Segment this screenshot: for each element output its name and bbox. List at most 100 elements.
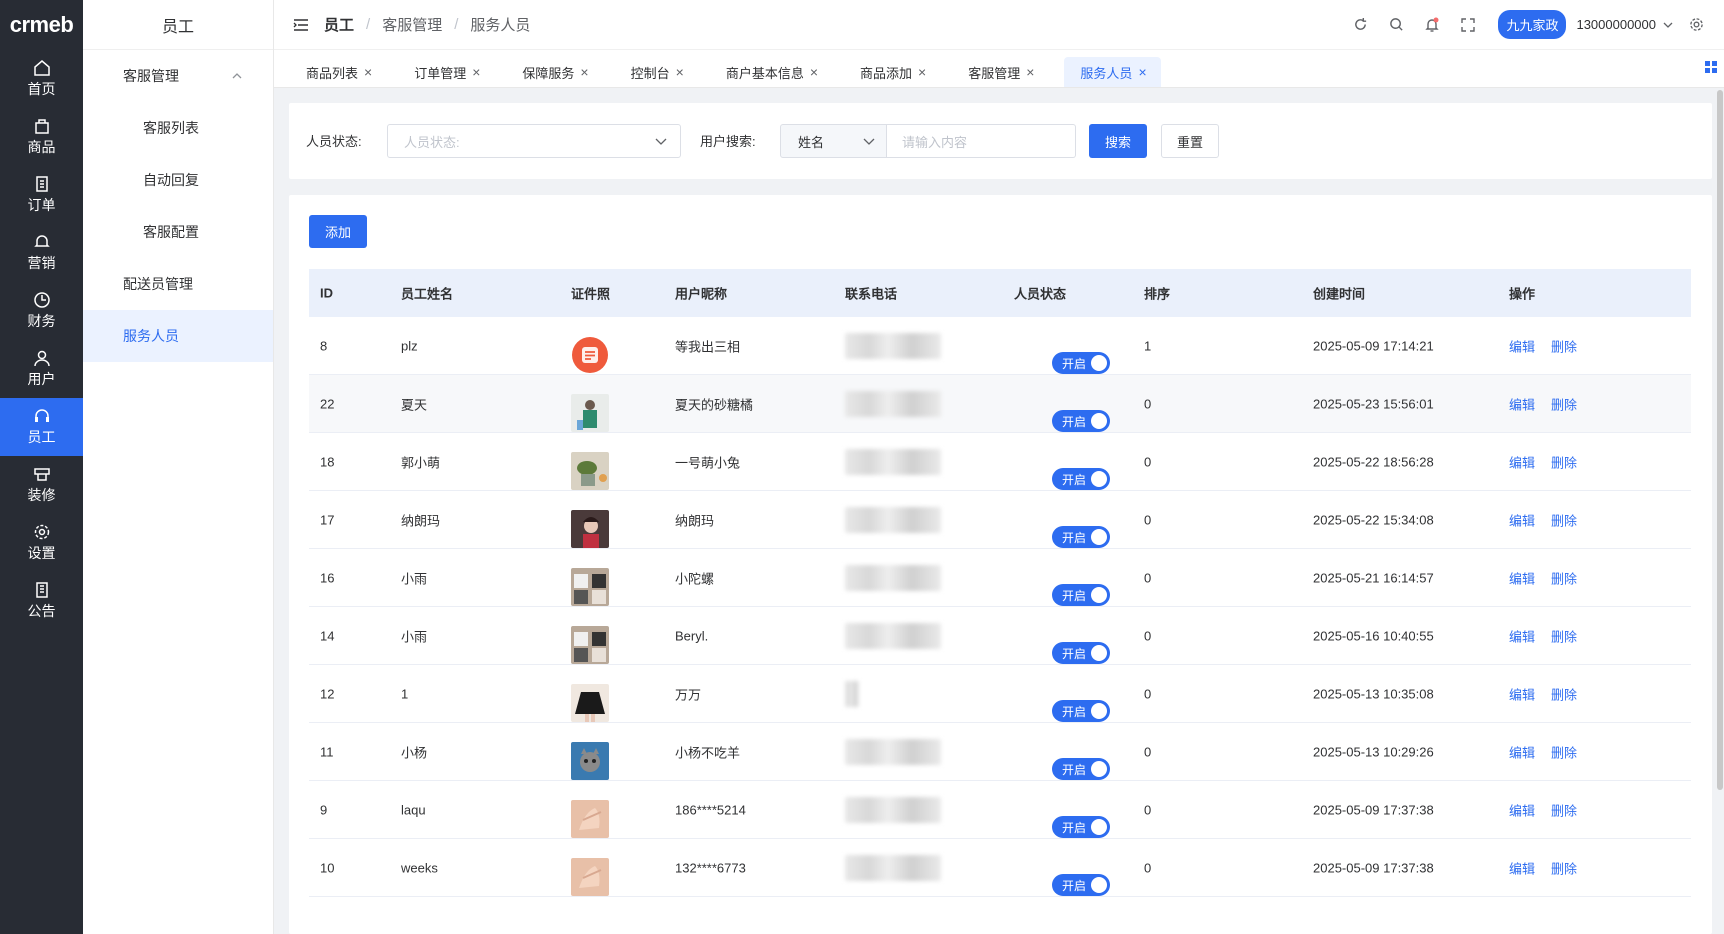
delete-link[interactable]: 删除 [1551, 452, 1577, 471]
staff-photo[interactable] [571, 684, 609, 722]
rail-item-settings[interactable]: 设置 [0, 514, 83, 572]
search-icon[interactable] [1386, 15, 1406, 35]
staff-photo[interactable] [571, 742, 609, 780]
rail-item-home[interactable]: 首页 [0, 50, 83, 108]
staff-photo[interactable] [571, 452, 609, 490]
scrollbar-thumb[interactable] [1717, 90, 1723, 790]
edit-link[interactable]: 编辑 [1509, 394, 1535, 413]
delete-link[interactable]: 删除 [1551, 336, 1577, 355]
breadcrumb-item[interactable]: 客服管理 [382, 14, 442, 35]
delete-link[interactable]: 删除 [1551, 626, 1577, 645]
edit-link[interactable]: 编辑 [1509, 510, 1535, 529]
edit-link[interactable]: 编辑 [1509, 626, 1535, 645]
cell-phone-redacted [845, 506, 941, 533]
submenu-item-service-config[interactable]: 客服配置 [83, 206, 273, 258]
status-select[interactable]: 人员状态: [387, 124, 681, 158]
status-toggle[interactable]: 开启 [1052, 758, 1110, 780]
tab-item[interactable]: 订单管理 × [386, 57, 494, 87]
edit-link[interactable]: 编辑 [1509, 568, 1535, 587]
crmeb-logo[interactable]: crmeb [0, 0, 83, 50]
status-toggle[interactable]: 开启 [1052, 642, 1110, 664]
submenu-item-delivery[interactable]: 配送员管理 [83, 258, 273, 310]
delete-link[interactable]: 删除 [1551, 394, 1577, 413]
tab-item[interactable]: 商品添加 × [832, 57, 940, 87]
status-toggle[interactable]: 开启 [1052, 468, 1110, 490]
rail-item-order[interactable]: 订单 [0, 166, 83, 224]
cell-name: 小雨 [401, 629, 428, 644]
edit-link[interactable]: 编辑 [1509, 452, 1535, 471]
grid-menu-icon[interactable] [1704, 60, 1718, 74]
staff-photo[interactable] [571, 336, 609, 374]
page-scrollbar[interactable] [1716, 90, 1724, 790]
tab-item[interactable]: 保障服务 × [494, 57, 602, 87]
status-toggle[interactable]: 开启 [1052, 816, 1110, 838]
rail-item-decorate[interactable]: 装修 [0, 456, 83, 514]
submenu-item-auto-reply[interactable]: 自动回复 [83, 154, 273, 206]
fullscreen-icon[interactable] [1458, 15, 1478, 35]
tab-item[interactable]: 商户基本信息 × [698, 57, 832, 87]
close-icon[interactable]: × [580, 64, 588, 80]
edit-link[interactable]: 编辑 [1509, 800, 1535, 819]
close-icon[interactable]: × [1026, 64, 1034, 80]
status-toggle[interactable]: 开启 [1052, 352, 1110, 374]
edit-link[interactable]: 编辑 [1509, 684, 1535, 703]
tab-item[interactable]: 控制台 × [603, 57, 698, 87]
edit-link[interactable]: 编辑 [1509, 742, 1535, 761]
status-toggle[interactable]: 开启 [1052, 874, 1110, 896]
status-toggle[interactable]: 开启 [1052, 410, 1110, 432]
submenu-item-service-staff[interactable]: 服务人员 [83, 310, 273, 362]
close-icon[interactable]: × [676, 64, 684, 80]
staff-photo[interactable] [571, 394, 609, 432]
close-icon[interactable]: × [918, 64, 926, 80]
add-button[interactable]: 添加 [309, 215, 367, 248]
edit-link[interactable]: 编辑 [1509, 858, 1535, 877]
edit-link[interactable]: 编辑 [1509, 336, 1535, 355]
rail-item-label: 订单 [27, 197, 56, 213]
rail-item-headset[interactable]: 员工 [0, 398, 83, 456]
account-dropdown[interactable]: 13000000000 [1576, 17, 1674, 32]
submenu-item-service-list[interactable]: 客服列表 [83, 102, 273, 154]
merchant-badge[interactable]: 九九家政 [1498, 10, 1567, 39]
bell-icon[interactable] [1422, 15, 1442, 35]
tab-item[interactable]: 客服管理 × [940, 57, 1048, 87]
tab-item[interactable]: 商品列表 × [274, 57, 386, 87]
status-toggle[interactable]: 开启 [1052, 584, 1110, 606]
breadcrumb-item[interactable]: 员工 [324, 14, 354, 35]
reset-button[interactable]: 重置 [1161, 124, 1219, 158]
delete-link[interactable]: 删除 [1551, 568, 1577, 587]
status-toggle[interactable]: 开启 [1052, 526, 1110, 548]
tab-item[interactable]: 服务人员 × [1064, 57, 1161, 87]
search-type-select[interactable]: 姓名 [780, 124, 887, 158]
delete-link[interactable]: 删除 [1551, 858, 1577, 877]
rail-item-notice[interactable]: 公告 [0, 572, 83, 630]
delete-link[interactable]: 删除 [1551, 510, 1577, 529]
delete-link[interactable]: 删除 [1551, 800, 1577, 819]
staff-photo[interactable] [571, 800, 609, 838]
close-icon[interactable]: × [1138, 64, 1146, 80]
table-row: 12 1 万万 开启 0 2025-05-13 10:35:08 编辑 删除 [309, 665, 1691, 723]
staff-photo[interactable] [571, 568, 609, 606]
status-toggle[interactable]: 开启 [1052, 700, 1110, 722]
rail-item-label: 员工 [27, 429, 56, 445]
rail-item-product[interactable]: 商品 [0, 108, 83, 166]
rail-item-finance[interactable]: 财务 [0, 282, 83, 340]
menu-toggle-icon[interactable] [292, 16, 310, 34]
close-icon[interactable]: × [810, 64, 818, 80]
search-type-value: 姓名 [798, 134, 825, 150]
close-icon[interactable]: × [472, 64, 480, 80]
staff-photo[interactable] [571, 626, 609, 664]
staff-photo[interactable] [571, 858, 609, 896]
gear-icon[interactable] [1686, 15, 1706, 35]
submenu-title: 员工 [83, 0, 273, 50]
search-button[interactable]: 搜索 [1089, 124, 1147, 158]
submenu-group-customer-service[interactable]: 客服管理 [83, 50, 273, 102]
delete-link[interactable]: 删除 [1551, 684, 1577, 703]
staff-photo[interactable] [571, 510, 609, 548]
search-input[interactable]: 请输入内容 [886, 124, 1076, 158]
rail-item-marketing[interactable]: 营销 [0, 224, 83, 282]
rail-item-user[interactable]: 用户 [0, 340, 83, 398]
delete-link[interactable]: 删除 [1551, 742, 1577, 761]
refresh-icon[interactable] [1350, 15, 1370, 35]
close-icon[interactable]: × [364, 64, 372, 80]
status-toggle-label: 开启 [1062, 878, 1087, 893]
